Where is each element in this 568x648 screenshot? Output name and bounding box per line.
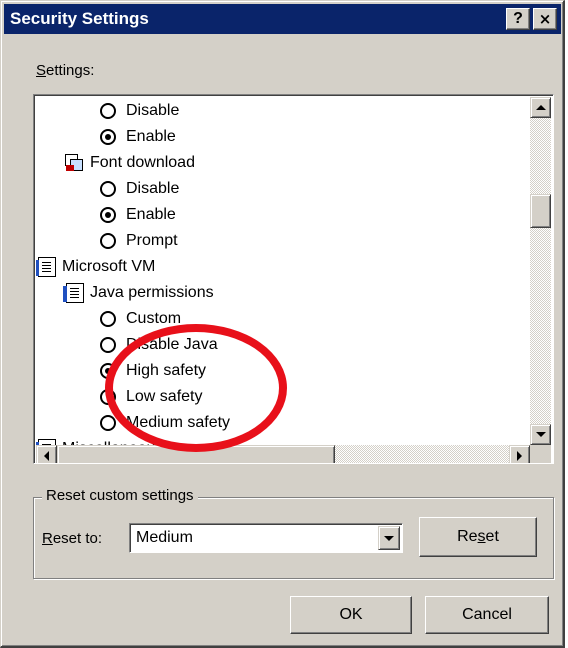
setting-label: Custom bbox=[126, 310, 182, 327]
setting-label: Microsoft VM bbox=[62, 258, 156, 275]
radio-dot bbox=[105, 134, 111, 140]
font-download-icon bbox=[64, 153, 84, 173]
settings-label-rest: ettings: bbox=[46, 62, 95, 79]
radio-unchecked-icon[interactable] bbox=[100, 311, 116, 327]
setting-option[interactable]: Enable bbox=[100, 124, 176, 150]
radio-unchecked-icon[interactable] bbox=[100, 389, 116, 405]
settings-label-mnemonic: S bbox=[36, 62, 47, 79]
setting-label: Disable bbox=[126, 180, 180, 197]
setting-label: Disable Java bbox=[126, 336, 218, 353]
document-icon bbox=[36, 257, 56, 277]
title-bar[interactable]: Security Settings ? × bbox=[4, 4, 561, 34]
dropdown-button[interactable] bbox=[378, 526, 400, 550]
settings-tree[interactable]: Disable Enable Font download Disable Enable P… bbox=[36, 97, 530, 445]
help-button[interactable]: ? bbox=[506, 8, 530, 30]
radio-unchecked-icon[interactable] bbox=[100, 233, 116, 249]
reset-button-label: Reset bbox=[457, 528, 499, 545]
setting-label: Java permissions bbox=[90, 284, 214, 301]
horizontal-scroll-thumb[interactable] bbox=[57, 445, 335, 463]
setting-label: Low safety bbox=[126, 388, 203, 405]
radio-unchecked-icon[interactable] bbox=[100, 103, 116, 119]
setting-category[interactable]: Font download bbox=[64, 150, 195, 176]
setting-option[interactable]: Low safety bbox=[100, 384, 202, 410]
setting-label: High safety bbox=[126, 362, 207, 379]
reset-to-label: Reset to: bbox=[42, 530, 102, 547]
setting-option[interactable]: Custom bbox=[100, 306, 181, 332]
setting-category[interactable]: Microsoft VM bbox=[36, 254, 156, 280]
arrow-down-icon bbox=[535, 432, 546, 437]
arrow-left-icon bbox=[44, 450, 49, 461]
radio-checked-icon[interactable] bbox=[100, 129, 116, 145]
arrow-right-icon bbox=[517, 450, 522, 461]
reset-level-dropdown[interactable]: Medium bbox=[129, 523, 403, 553]
reset-to-mnemonic: R bbox=[42, 530, 53, 547]
setting-category[interactable]: Java permissions bbox=[63, 280, 214, 306]
reset-level-value: Medium bbox=[136, 529, 193, 546]
ok-button[interactable]: OK bbox=[290, 596, 412, 634]
setting-label: Enable bbox=[126, 206, 176, 223]
scroll-up-button[interactable] bbox=[530, 97, 551, 118]
setting-option[interactable]: Medium safety bbox=[100, 410, 230, 436]
setting-option[interactable]: Disable bbox=[100, 176, 179, 202]
setting-label: Font download bbox=[90, 154, 195, 171]
scroll-thumb[interactable] bbox=[530, 194, 551, 228]
radio-unchecked-icon[interactable] bbox=[100, 337, 116, 353]
reset-group-label: Reset custom settings bbox=[42, 487, 198, 504]
cancel-button[interactable]: Cancel bbox=[425, 596, 549, 634]
settings-list[interactable]: Disable Enable Font download Disable Enable P… bbox=[33, 94, 554, 464]
close-button[interactable]: × bbox=[533, 8, 557, 30]
reset-to-label-rest: eset to: bbox=[52, 530, 103, 547]
scroll-left-button[interactable] bbox=[36, 445, 57, 463]
setting-option[interactable]: Enable bbox=[100, 202, 176, 228]
setting-option[interactable]: Prompt bbox=[100, 228, 178, 254]
setting-option[interactable]: High safety bbox=[100, 358, 206, 384]
setting-label: Disable bbox=[126, 102, 180, 119]
radio-dot bbox=[105, 368, 111, 374]
scrollbar-corner bbox=[530, 445, 551, 463]
radio-checked-icon[interactable] bbox=[100, 363, 116, 379]
scroll-right-button[interactable] bbox=[509, 445, 530, 463]
radio-dot bbox=[105, 212, 111, 218]
reset-button[interactable]: Reset bbox=[419, 517, 537, 557]
radio-unchecked-icon[interactable] bbox=[100, 181, 116, 197]
radio-unchecked-icon[interactable] bbox=[100, 415, 116, 431]
setting-label: Prompt bbox=[126, 232, 178, 249]
setting-label: Medium safety bbox=[126, 414, 231, 431]
setting-option[interactable]: Disable Java bbox=[100, 332, 218, 358]
icon-part bbox=[66, 165, 74, 171]
chevron-down-icon bbox=[384, 535, 394, 541]
arrow-up-icon bbox=[535, 105, 546, 110]
window-title: Security Settings bbox=[10, 9, 149, 28]
setting-label: Enable bbox=[126, 128, 176, 145]
document-icon bbox=[63, 283, 84, 303]
scroll-down-button[interactable] bbox=[530, 424, 551, 445]
vertical-scrollbar[interactable] bbox=[530, 97, 551, 445]
setting-option[interactable]: Disable bbox=[100, 98, 179, 124]
reset-button-mnemonic: s bbox=[477, 528, 486, 545]
radio-checked-icon[interactable] bbox=[100, 207, 116, 223]
settings-label: Settings: bbox=[36, 62, 94, 79]
setting-category[interactable]: Miscellaneous bbox=[36, 436, 163, 445]
horizontal-scrollbar[interactable] bbox=[36, 445, 530, 463]
